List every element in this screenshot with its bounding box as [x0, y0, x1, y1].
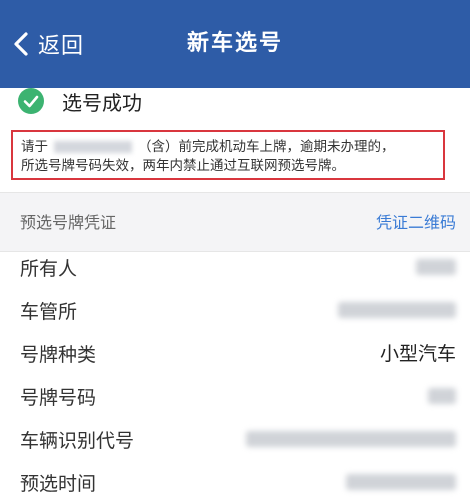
nav-header: 返回 新车选号 [0, 0, 470, 88]
redacted-value [346, 474, 456, 490]
section-header: 预选号牌凭证 凭证二维码 [0, 192, 470, 252]
redacted-date [54, 141, 132, 153]
row-plate-number: 号牌号码 [0, 373, 470, 417]
row-select-time: 预选时间 [0, 459, 470, 503]
row-label: 车管所 [20, 301, 78, 323]
redacted-value [428, 388, 456, 404]
redacted-value [246, 431, 456, 447]
notice-box: 请于 （含）前完成机动车上牌，逾期未办理的， 所选号牌号码失效，两年内禁止通过互联… [11, 130, 445, 180]
redacted-value [338, 302, 456, 318]
row-vin: 车辆识别代号 [0, 416, 470, 460]
plate-type-value: 小型汽车 [379, 343, 456, 365]
row-owner: 所有人 [0, 244, 470, 288]
notice-suffix: （含）前完成机动车上牌，逾期未办理的， [138, 139, 395, 155]
row-vehicle-office: 车管所 [0, 287, 470, 331]
row-label: 车辆识别代号 [20, 430, 135, 452]
check-circle-icon [18, 88, 44, 114]
notice-prefix: 请于 [21, 139, 48, 155]
row-label: 号牌号码 [20, 387, 97, 409]
success-status: 选号成功 [18, 84, 142, 118]
success-text: 选号成功 [62, 90, 142, 115]
notice-line2: 所选号牌号码失效，两年内禁止通过互联网预选号牌。 [21, 158, 345, 174]
page-title: 新车选号 [186, 31, 283, 56]
row-plate-type: 号牌种类 小型汽车 [0, 330, 470, 374]
row-label: 所有人 [20, 258, 78, 280]
row-label: 预选时间 [20, 473, 97, 495]
row-label: 号牌种类 [20, 344, 97, 366]
qr-code-link[interactable]: 凭证二维码 [376, 209, 456, 233]
section-title: 预选号牌凭证 [20, 213, 117, 232]
redacted-value [416, 259, 456, 275]
